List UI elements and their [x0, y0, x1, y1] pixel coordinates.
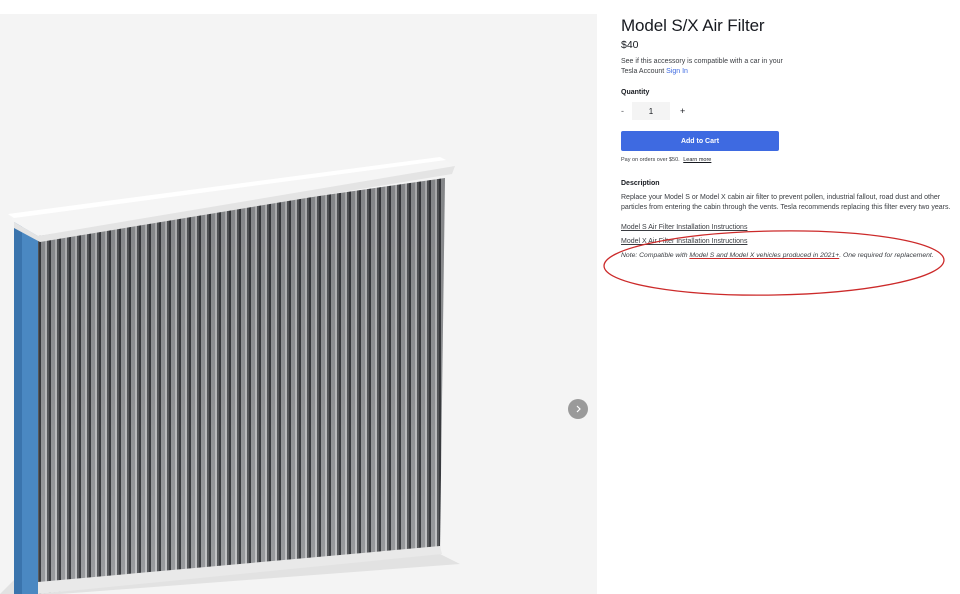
quantity-increment-button[interactable]: + [680, 106, 685, 116]
learn-more-link[interactable]: Learn more [683, 157, 711, 163]
note-prefix: Note: Compatible with [621, 252, 690, 259]
compatibility-text: See if this accessory is compatible with… [621, 57, 791, 77]
model-x-instructions-link[interactable]: Model X Air Filter Installation Instruct… [621, 238, 956, 245]
note-suffix: . One required for replacement. [839, 252, 934, 259]
quantity-input[interactable] [632, 102, 670, 120]
model-s-instructions-link[interactable]: Model S Air Filter Installation Instruct… [621, 224, 956, 231]
description-body: Replace your Model S or Model X cabin ai… [621, 194, 951, 211]
product-gallery [0, 14, 597, 594]
pay-info: Pay on orders over $50. Learn more [621, 157, 956, 163]
product-details: Model S/X Air Filter $40 See if this acc… [621, 14, 956, 259]
quantity-label: Quantity [621, 89, 650, 96]
quantity-stepper: - + [621, 102, 956, 120]
product-title: Model S/X Air Filter [621, 16, 765, 35]
chevron-right-icon [576, 405, 581, 413]
next-image-button[interactable] [568, 399, 588, 419]
compatible-vehicles-link[interactable]: Model S and Model X vehicles produced in… [689, 252, 839, 259]
add-to-cart-button[interactable]: Add to Cart [621, 131, 779, 151]
product-image [0, 157, 460, 594]
description-heading: Description [621, 180, 660, 187]
sign-in-link[interactable]: Sign In [666, 68, 688, 75]
quantity-decrement-button[interactable]: - [621, 106, 631, 116]
compatibility-message: See if this accessory is compatible with… [621, 58, 783, 75]
pay-text: Pay on orders over $50. [621, 157, 680, 163]
compatibility-note: Note: Compatible with Model S and Model … [621, 252, 956, 259]
product-price: $40 [621, 39, 639, 51]
